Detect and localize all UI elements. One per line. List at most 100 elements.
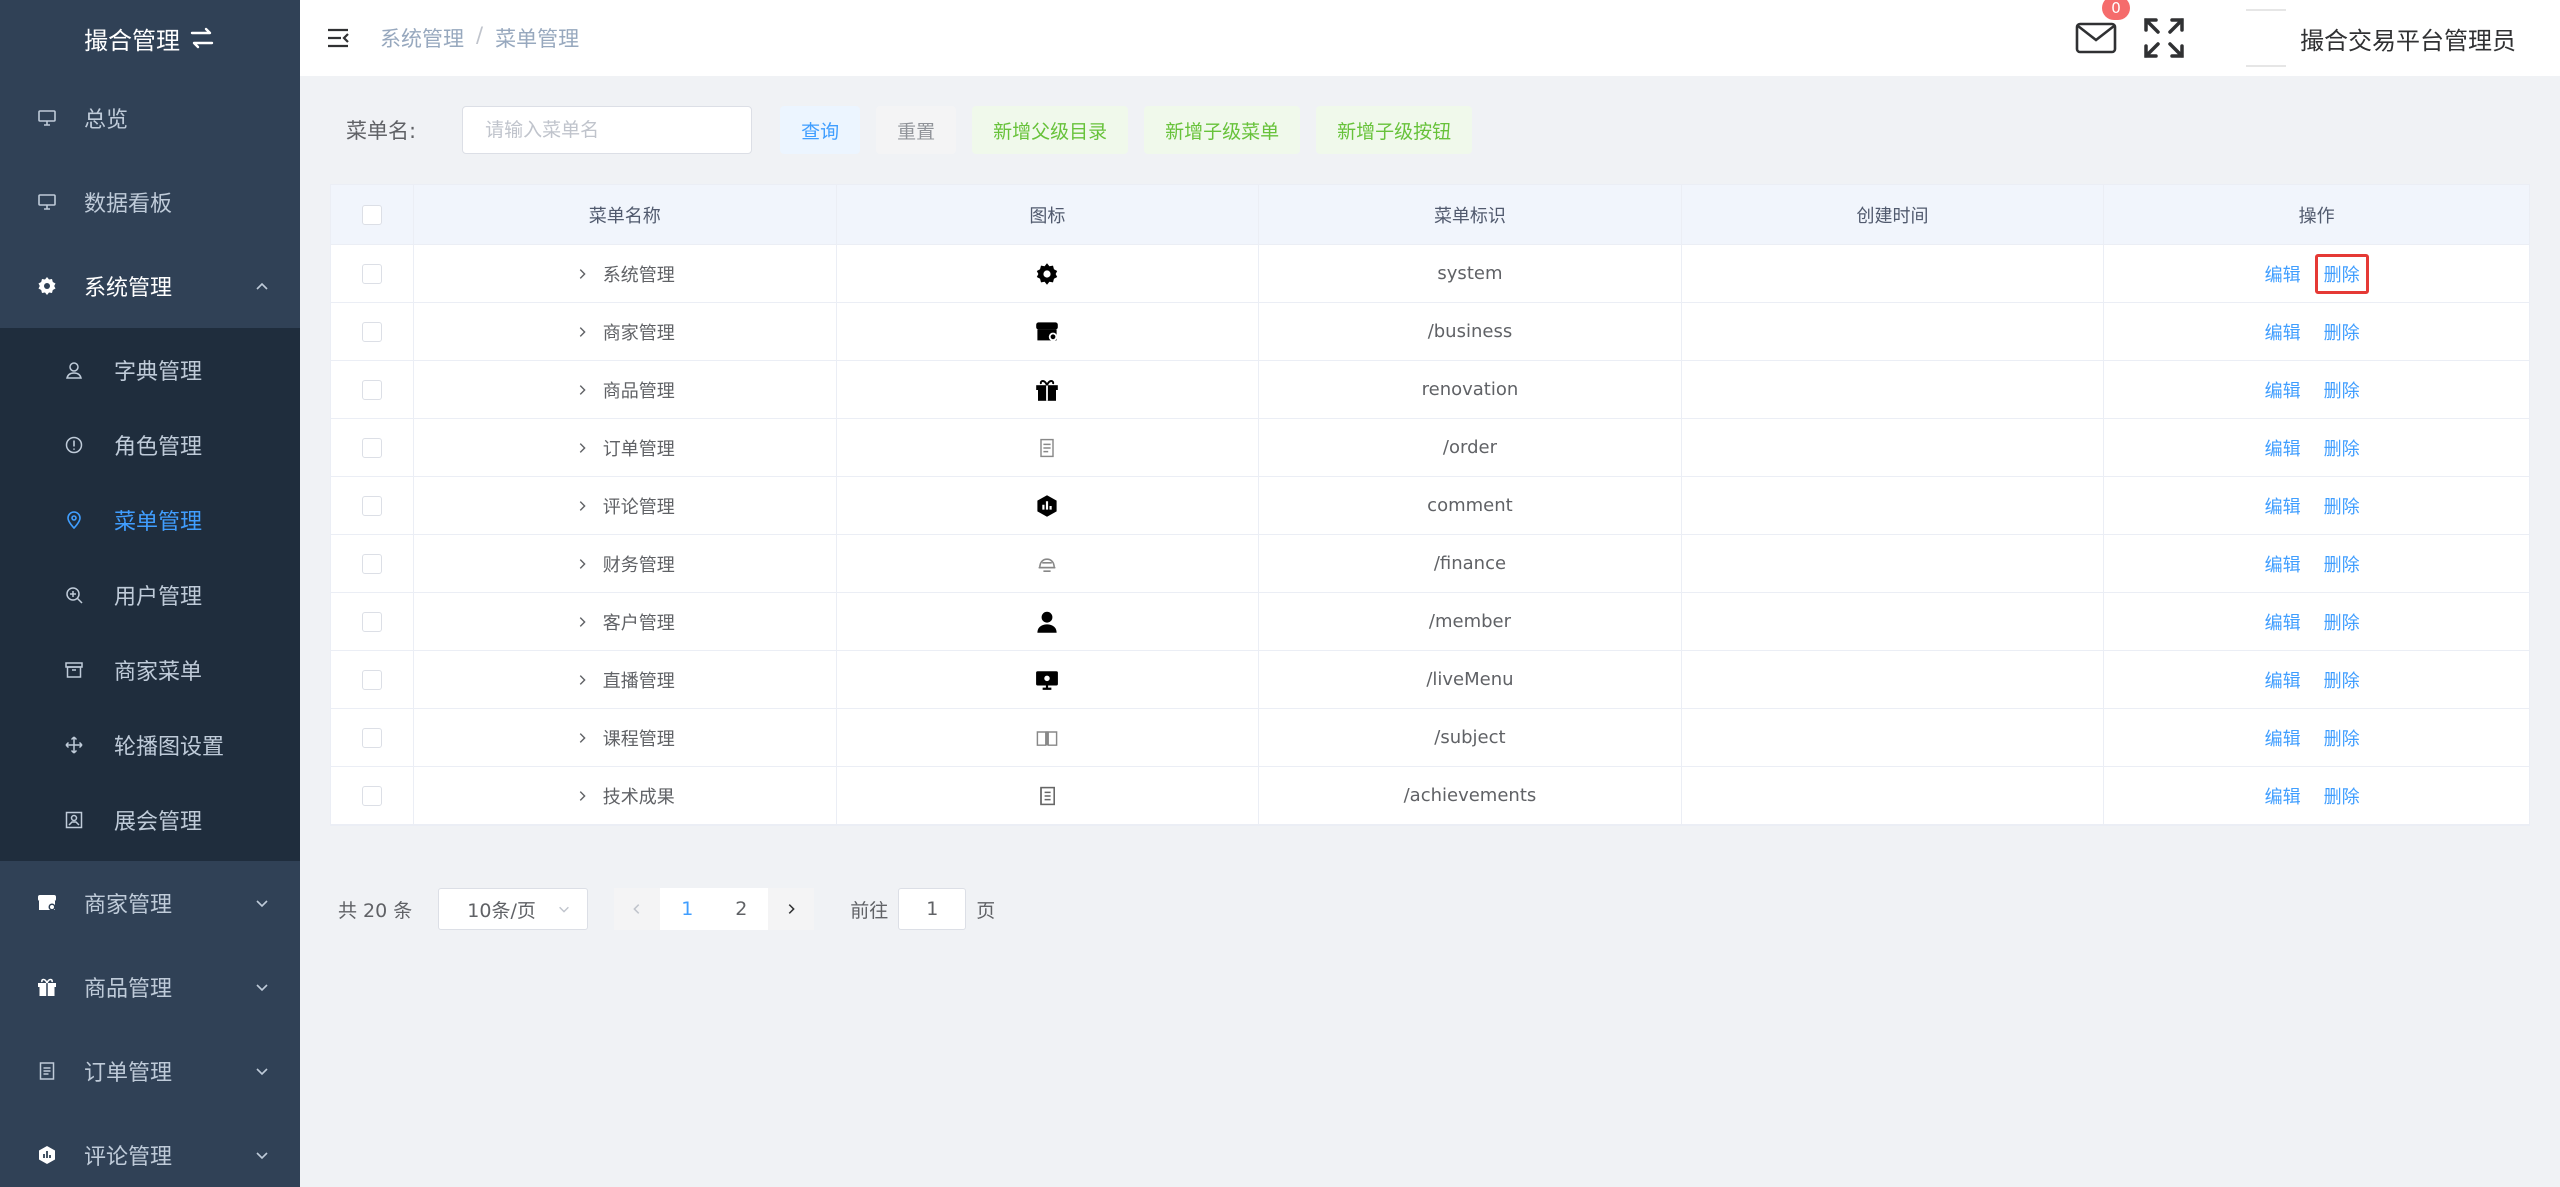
operation-cell: 编辑 删除: [2104, 535, 2529, 592]
delete-button[interactable]: 删除: [2314, 253, 2369, 294]
operation-cell: 编辑 删除: [2104, 245, 2529, 302]
breadcrumb-item[interactable]: 系统管理: [380, 23, 464, 53]
query-button[interactable]: 查询: [780, 106, 861, 154]
edit-button[interactable]: 编辑: [2265, 493, 2301, 519]
chevron-right-icon[interactable]: [575, 383, 589, 397]
delete-button[interactable]: 删除: [2315, 602, 2369, 642]
table-row[interactable]: 订单管理/order 编辑 删除: [331, 419, 2529, 477]
created-time: [1682, 767, 2105, 824]
menu-name: 直播管理: [602, 670, 675, 692]
goto-page-input[interactable]: [898, 888, 967, 930]
table-row[interactable]: 课程管理/subject 编辑 删除: [331, 709, 2529, 767]
edit-button[interactable]: 编辑: [2265, 435, 2301, 461]
menu-name-input[interactable]: [462, 106, 753, 154]
chart-hexagon-icon: [36, 1144, 58, 1166]
menu-key: /member: [1259, 593, 1682, 650]
row-checkbox[interactable]: [361, 321, 382, 342]
chevron-right-icon[interactable]: [575, 267, 589, 281]
edit-button[interactable]: 编辑: [2265, 377, 2301, 403]
row-checkbox[interactable]: [361, 669, 382, 690]
sidebar-item-products[interactable]: 商品管理: [0, 945, 300, 1029]
delete-button[interactable]: 删除: [2315, 428, 2369, 468]
delete-button[interactable]: 删除: [2315, 544, 2369, 584]
add-child-button-button[interactable]: 新增子级按钮: [1316, 106, 1473, 154]
sidebar-item-dictionary[interactable]: 字典管理: [0, 332, 300, 407]
sidebar-item-users[interactable]: 用户管理: [0, 557, 300, 632]
edit-button[interactable]: 编辑: [2265, 725, 2301, 751]
table-row[interactable]: 客户管理/member 编辑 删除: [331, 593, 2529, 651]
table-row[interactable]: 系统管理 system 编辑 删除: [331, 245, 2529, 303]
sidebar-item-menus[interactable]: 菜单管理: [0, 482, 300, 557]
delete-button[interactable]: 删除: [2315, 312, 2369, 352]
table-row[interactable]: 技术成果/achievements 编辑 删除: [331, 767, 2529, 825]
system-submenu: 字典管理 角色管理 菜单管理 用户管理 商家菜单 轮播图设置 展会管理: [0, 328, 300, 861]
delete-button[interactable]: 删除: [2315, 718, 2369, 758]
sidebar-item-merchant-menu[interactable]: 商家菜单: [0, 632, 300, 707]
chevron-right-icon[interactable]: [575, 615, 589, 629]
row-checkbox[interactable]: [361, 785, 382, 806]
chevron-right-icon[interactable]: [575, 673, 589, 687]
sidebar-item-carousel[interactable]: 轮播图设置: [0, 707, 300, 782]
column-header: 菜单名称: [414, 185, 837, 244]
messages-button[interactable]: 0: [2074, 0, 2130, 58]
sidebar-item-system[interactable]: 系统管理: [0, 244, 300, 328]
name-cell: 评论管理: [414, 477, 837, 534]
mail-icon: [2075, 22, 2117, 54]
icon-cell: [837, 361, 1260, 418]
edit-button[interactable]: 编辑: [2265, 551, 2301, 577]
table-row[interactable]: 评论管理 comment 编辑 删除: [331, 477, 2529, 535]
select-all-checkbox[interactable]: [361, 204, 382, 225]
monitor-icon: [36, 191, 58, 213]
row-checkbox[interactable]: [361, 379, 382, 400]
chevron-right-icon[interactable]: [575, 441, 589, 455]
menu-key: /business: [1259, 303, 1682, 360]
page-size-select[interactable]: 10条/页: [438, 888, 589, 930]
page-number[interactable]: 1: [660, 888, 714, 930]
page-size-value: 10条/页: [467, 899, 536, 922]
table-row[interactable]: 商品管理 renovation 编辑 删除: [331, 361, 2529, 419]
table-row[interactable]: 财务管理/finance 编辑 删除: [331, 535, 2529, 593]
sidebar-item-orders[interactable]: 订单管理: [0, 1029, 300, 1113]
page-number[interactable]: 2: [714, 888, 768, 930]
row-checkbox[interactable]: [361, 727, 382, 748]
row-checkbox[interactable]: [361, 553, 382, 574]
delete-button[interactable]: 删除: [2315, 486, 2369, 526]
sidebar-item-merchants[interactable]: 商家管理: [0, 861, 300, 945]
chevron-right-icon[interactable]: [575, 499, 589, 513]
sidebar-item-comments[interactable]: 评论管理: [0, 1113, 300, 1187]
edit-button[interactable]: 编辑: [2265, 667, 2301, 693]
total-count: 共 20 条: [338, 899, 413, 922]
edit-button[interactable]: 编辑: [2265, 261, 2301, 287]
add-child-menu-button[interactable]: 新增子级菜单: [1144, 106, 1301, 154]
hamburger-icon[interactable]: [326, 26, 350, 50]
row-checkbox[interactable]: [361, 263, 382, 284]
sidebar-item-overview[interactable]: 总览: [0, 76, 300, 160]
sidebar-item-exhibitions[interactable]: 展会管理: [0, 782, 300, 857]
fullscreen-icon[interactable]: [2142, 16, 2186, 60]
add-parent-directory-button[interactable]: 新增父级目录: [972, 106, 1129, 154]
edit-button[interactable]: 编辑: [2265, 783, 2301, 809]
user-name[interactable]: 撮合交易平台管理员: [2300, 21, 2516, 56]
delete-button[interactable]: 删除: [2315, 776, 2369, 816]
table-row[interactable]: 直播管理/liveMenu 编辑 删除: [331, 651, 2529, 709]
prev-page-button[interactable]: [614, 888, 661, 930]
reset-button[interactable]: 重置: [876, 106, 957, 154]
chevron-right-icon[interactable]: [575, 731, 589, 745]
edit-button[interactable]: 编辑: [2265, 609, 2301, 635]
row-checkbox[interactable]: [361, 611, 382, 632]
delete-button[interactable]: 删除: [2315, 660, 2369, 700]
edit-button[interactable]: 编辑: [2265, 319, 2301, 345]
next-page-button[interactable]: [768, 888, 815, 930]
delete-button[interactable]: 删除: [2315, 370, 2369, 410]
table-row[interactable]: 商家管理/business 编辑 删除: [331, 303, 2529, 361]
switch-icon[interactable]: [188, 25, 216, 51]
row-checkbox[interactable]: [361, 437, 382, 458]
sidebar-item-roles[interactable]: 角色管理: [0, 407, 300, 482]
chevron-right-icon[interactable]: [575, 789, 589, 803]
sidebar-item-dashboard[interactable]: 数据看板: [0, 160, 300, 244]
row-checkbox[interactable]: [361, 495, 382, 516]
menu-name: 商家管理: [602, 322, 675, 344]
chevron-right-icon[interactable]: [575, 557, 589, 571]
avatar[interactable]: [2246, 9, 2286, 67]
chevron-right-icon[interactable]: [575, 325, 589, 339]
